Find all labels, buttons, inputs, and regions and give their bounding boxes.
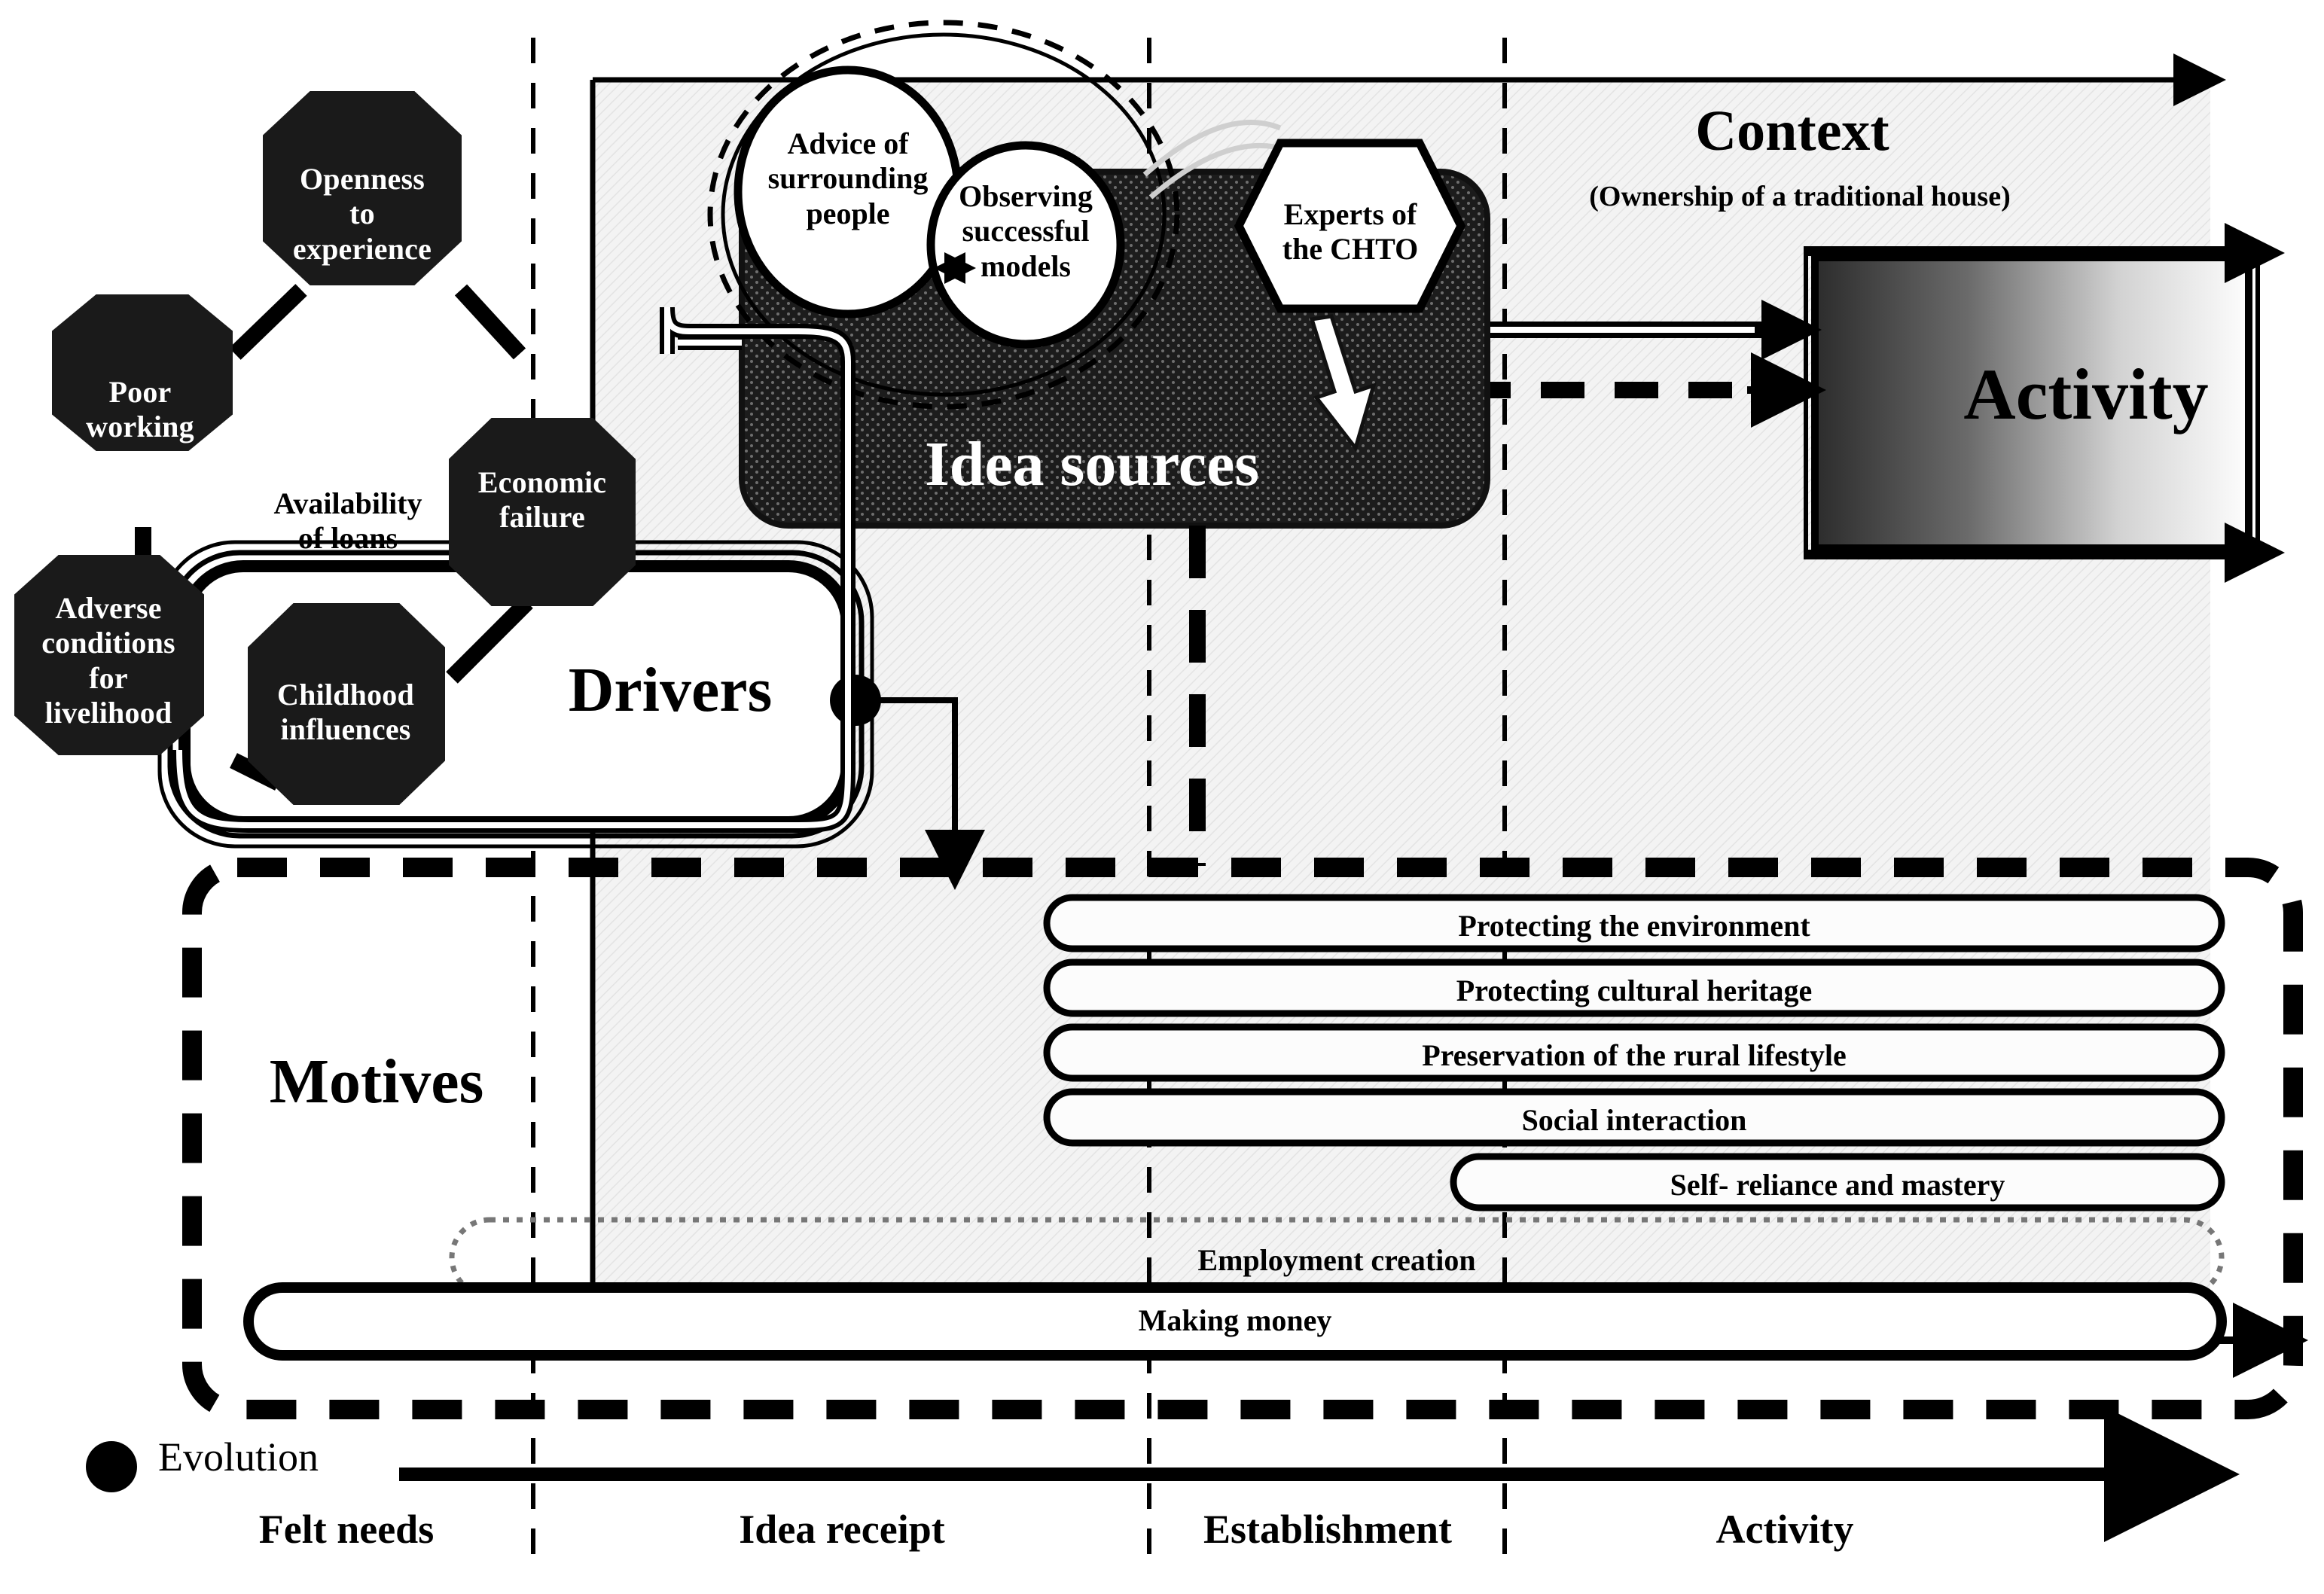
pill-label-self-reliance-and-mastery: Self- reliance and mastery (1670, 1168, 2005, 1202)
pill-label-social-interaction: Social interaction (1521, 1103, 1747, 1137)
pill-label-protecting-the-environment: Protecting the environment (1458, 909, 1810, 943)
motives-pills-layer (243, 894, 2227, 1361)
phase-label-felt-needs: Felt needs (258, 1507, 435, 1552)
phase-label-establishment: Establishment (1203, 1507, 1453, 1552)
pill-label-employment-creation: Employment creation (1197, 1243, 1476, 1277)
pill-label-protecting-cultural-heritage: Protecting cultural heritage (1456, 974, 1813, 1007)
phase-label-activity: Activity (1716, 1507, 1854, 1552)
phase-label-idea-receipt: Idea receipt (739, 1507, 945, 1552)
diagram-canvas: Context (Ownership of a traditional hous… (0, 0, 2324, 1594)
pill-label-preservation-of-the-rural-lifestyle: Preservation of the rural lifestyle (1422, 1038, 1847, 1072)
pill-label-making-money: Making money (1138, 1303, 1332, 1337)
